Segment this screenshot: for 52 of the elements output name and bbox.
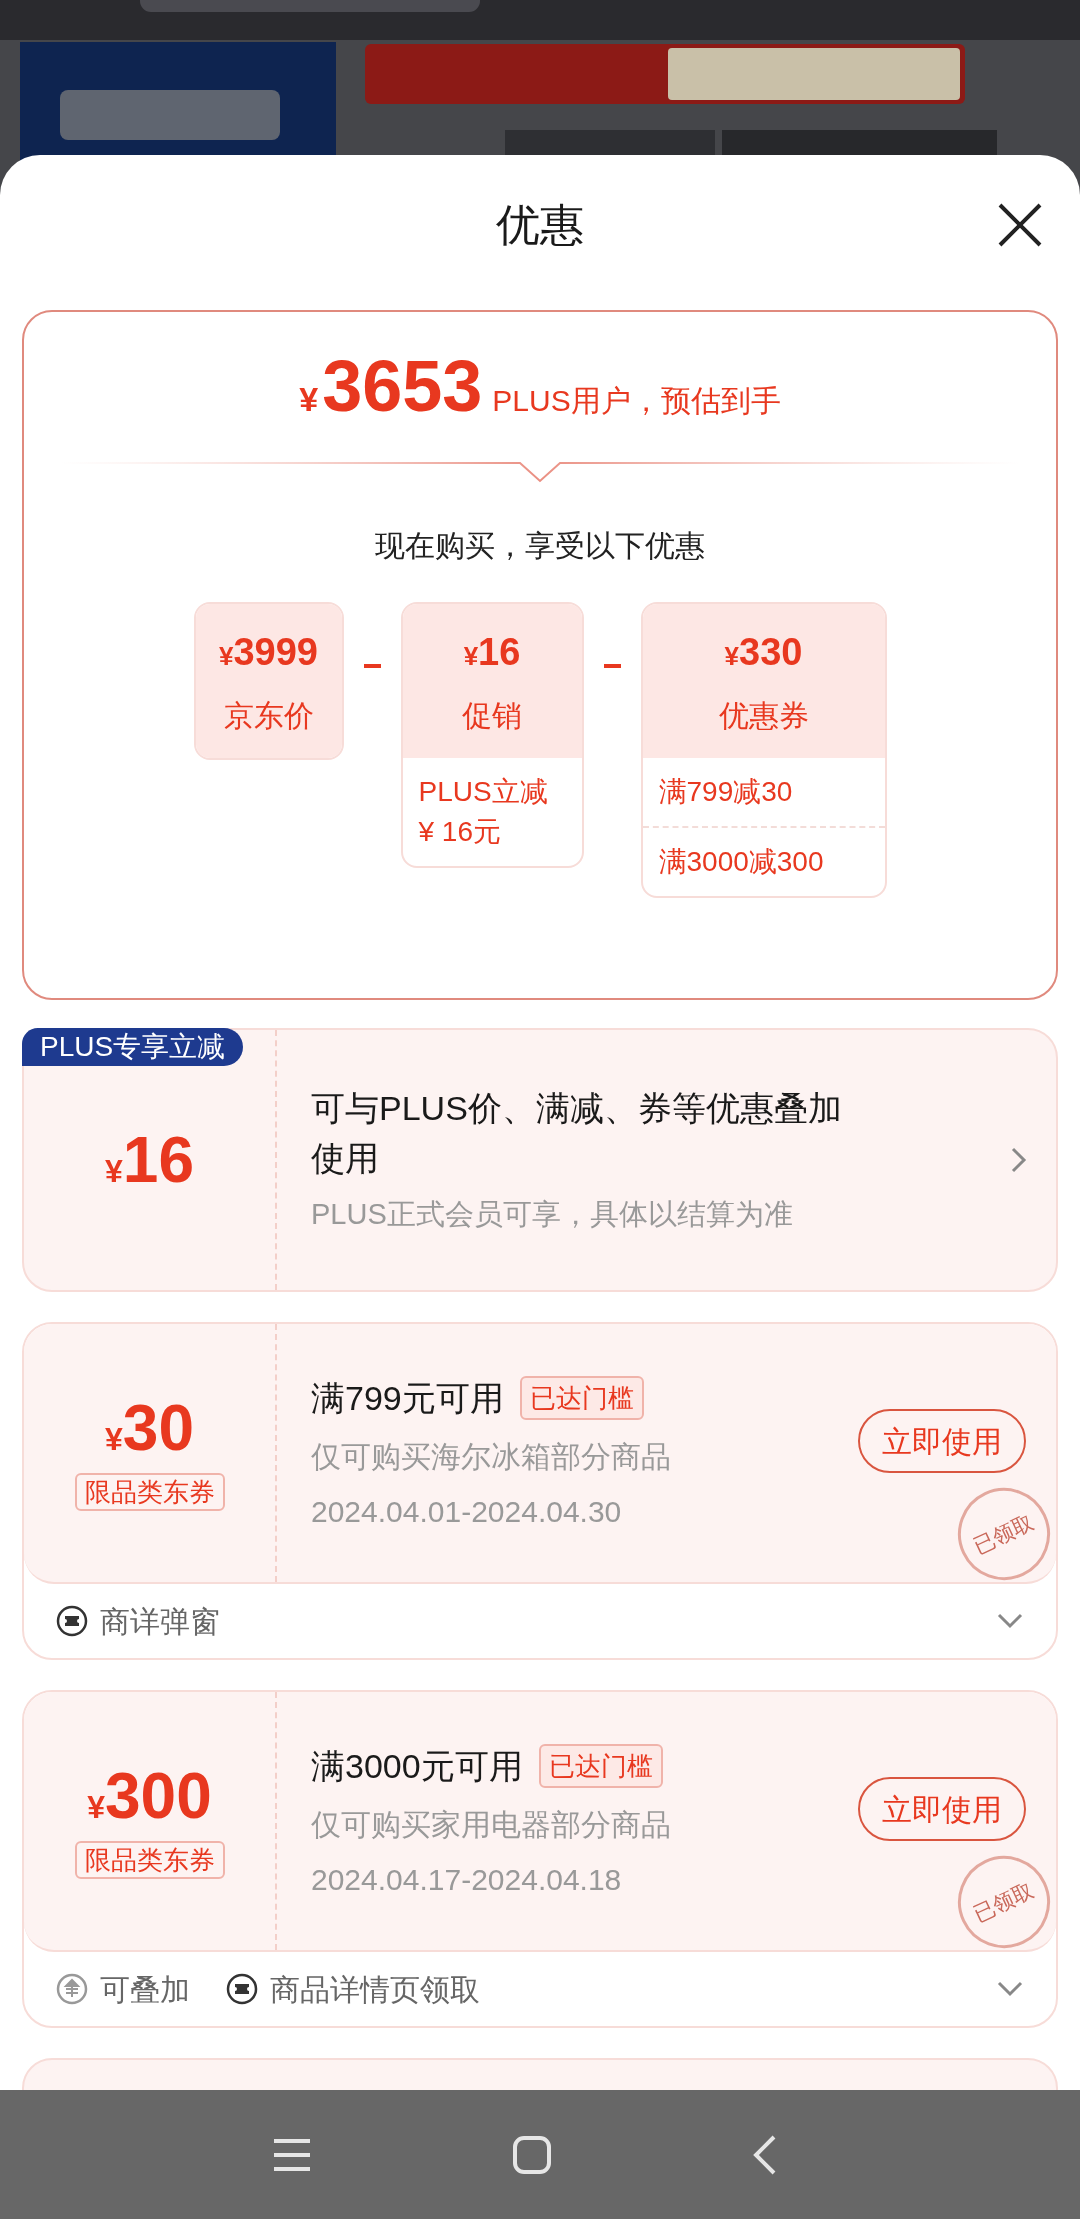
breakdown-label: 优惠券	[718, 698, 809, 734]
coupon-source-label: 商详弹窗	[100, 1603, 220, 1640]
currency-symbol: ¥	[463, 641, 479, 673]
chevron-down-icon[interactable]	[996, 1980, 1024, 1998]
ticket-icon	[56, 1605, 88, 1637]
coupon-title: 满3000元可用	[311, 1745, 523, 1787]
discount-detail: 满799减30	[657, 775, 794, 809]
sheet-title: 优惠	[496, 199, 584, 251]
coupon-scope: 仅可购买家用电器部分商品	[311, 1806, 672, 1843]
plus-badge: PLUS专享立减	[22, 1028, 244, 1066]
coupon-scope: 仅可购买海尔冰箱部分商品	[311, 1438, 672, 1475]
breakdown-amount: 330	[739, 630, 803, 675]
coupon-amount: 16	[122, 1123, 194, 1198]
coupon-type-tag: 限品类东券	[74, 1840, 225, 1879]
coupon-type-tag: 限品类东券	[74, 1472, 225, 1511]
breakdown-amount: 16	[478, 630, 521, 675]
coupon-note: PLUS正式会员可享，具体以结算为准	[311, 1197, 794, 1233]
coupon-amount: 30	[122, 1395, 194, 1460]
intro-text: 现在购买，享受以下优惠	[375, 528, 705, 564]
breakdown-label: 京东价	[223, 698, 314, 734]
discount-detail: 满3000减300	[642, 826, 885, 896]
chevron-right-icon[interactable]	[1010, 1146, 1028, 1174]
coupon-dates: 2024.04.17-2024.04.18	[311, 1861, 623, 1898]
status-tag: 已达门槛	[519, 1376, 644, 1420]
coupon-title: 满799元可用	[311, 1377, 504, 1419]
home-icon[interactable]	[512, 2134, 552, 2175]
coupon-amount: 300	[105, 1763, 212, 1828]
coupon-title: 可与PLUS价、满减、券等优惠叠加使用	[311, 1088, 843, 1180]
discount-detail: PLUS立减 ¥ 16元	[417, 775, 549, 849]
stack-icon	[56, 1973, 88, 2005]
use-now-button[interactable]: 立即使用	[858, 1777, 1026, 1841]
breakdown-label: 促销	[462, 698, 522, 734]
currency-symbol: ¥	[105, 1153, 123, 1191]
currency-symbol: ¥	[87, 1788, 105, 1827]
minus-icon	[363, 664, 381, 668]
breakdown-amount: 3999	[233, 630, 318, 675]
status-tag: 已达门槛	[538, 1744, 663, 1788]
chevron-down-icon[interactable]	[996, 1612, 1024, 1630]
back-icon[interactable]	[752, 2133, 778, 2176]
minus-icon	[603, 664, 621, 668]
menu-icon[interactable]	[272, 2136, 312, 2173]
use-now-button[interactable]: 立即使用	[858, 1409, 1026, 1473]
price-note: PLUS用户，预估到手	[492, 383, 781, 419]
coupon-source-label: 商品详情页领取	[270, 1971, 480, 2008]
ticket-icon	[226, 1973, 258, 2005]
currency-symbol: ¥	[724, 641, 740, 673]
coupon-source-label: 可叠加	[100, 1971, 190, 2008]
currency-symbol: ¥	[219, 641, 234, 673]
currency-symbol: ¥	[299, 379, 319, 420]
estimated-price: 3653	[322, 350, 483, 422]
currency-symbol: ¥	[105, 1420, 123, 1459]
coupon-dates: 2024.04.01-2024.04.30	[311, 1493, 623, 1530]
